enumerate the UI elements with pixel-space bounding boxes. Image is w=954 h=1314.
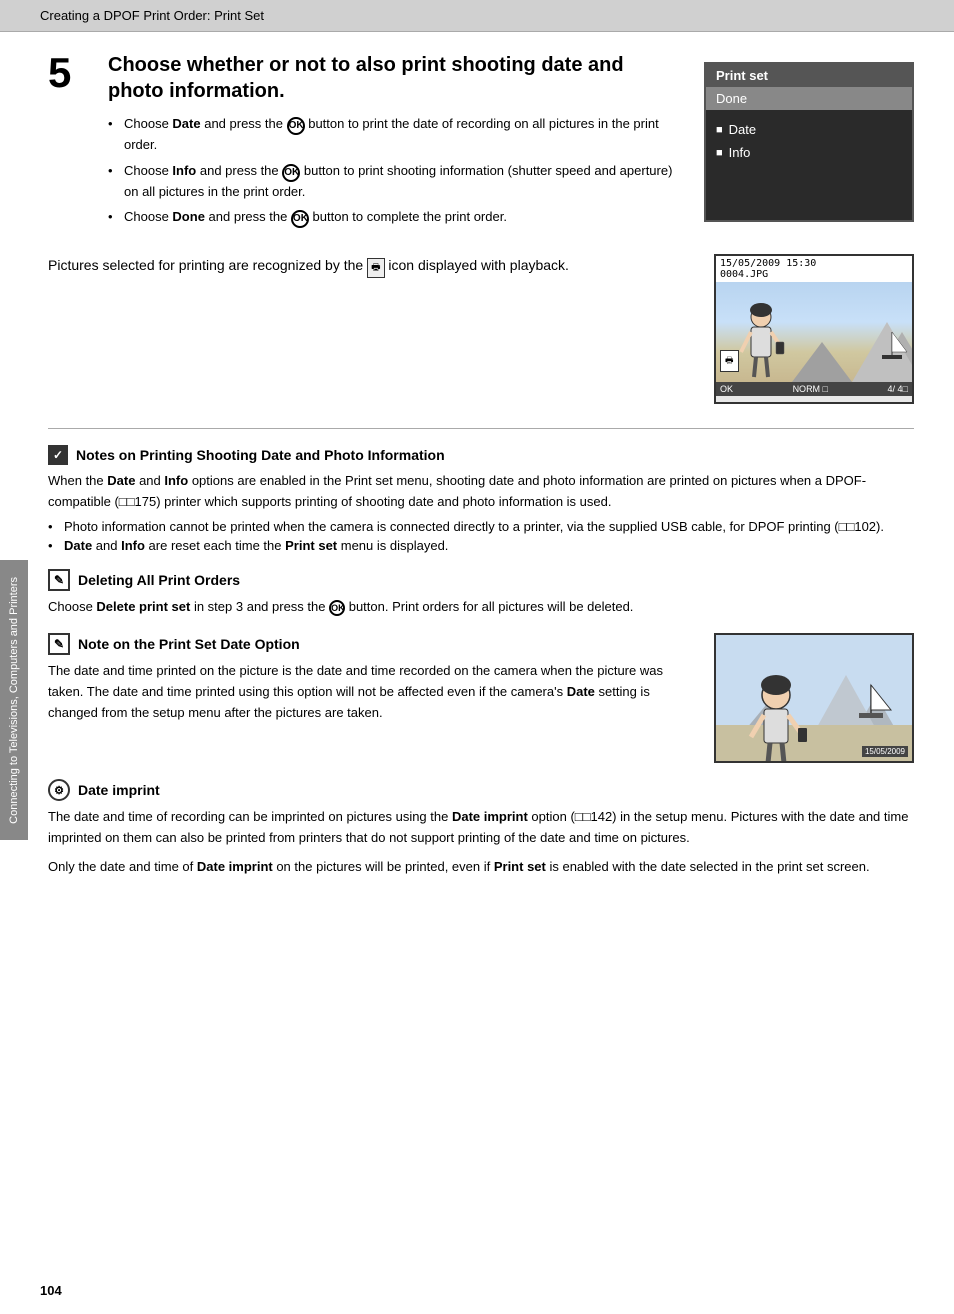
note-shooting-date-title: ✓ Notes on Printing Shooting Date and Ph… [48,445,914,465]
bullet-info-bold: Info [172,163,196,178]
info-bold-2: Info [121,538,145,553]
bottom-mountain-svg [716,635,914,763]
step-title: Choose whether or not to also print shoo… [108,52,684,104]
date-bold-1: Date [107,473,135,488]
header-bar: Creating a DPOF Print Order: Print Set [0,0,954,32]
info-bold-1: Info [164,473,188,488]
note-shooting-date-body: When the Date and Info options are enabl… [48,471,914,513]
note-deleting: ✎ Deleting All Print Orders Choose Delet… [48,569,914,618]
note-print-set-date-title: ✎ Note on the Print Set Date Option [48,633,694,655]
step-section: 5 Choose whether or not to also print sh… [48,52,914,234]
date-bold-3: Date [567,684,595,699]
bullet-date-bold: Date [172,116,200,131]
camera-menu-info: ■ Info [706,141,912,164]
ok-button-icon-2: OK [282,164,300,182]
date-imprint-bold-2: Date imprint [197,859,273,874]
person-figure [736,302,796,382]
bullet-info: Choose Info and press the OK button to p… [108,161,684,202]
playback-scene: 🖶 [716,282,912,382]
mountain-svg [792,302,912,382]
note-print-set-date-text: ✎ Note on the Print Set Date Option The … [48,633,694,763]
gear-icon: ⚙ [48,779,70,801]
camera-menu-title: Print set [706,64,912,87]
side-tab-text: Connecting to Televisions, Computers and… [8,577,20,824]
camera-menu-info-label: Info [729,145,751,160]
note-print-set-date-title-text: Note on the Print Set Date Option [78,636,300,652]
date-imprint-title: ⚙ Date imprint [48,779,914,801]
camera-menu-date: ■ Date [706,118,912,141]
ok-icon-delete: OK [329,600,345,616]
playback-footer: OK NORM □ 4/ 4□ [716,382,912,396]
note-print-set-date-body: The date and time printed on the picture… [48,661,694,723]
camera-menu-divider [706,110,912,118]
step-content: Choose whether or not to also print shoo… [108,52,684,234]
section-divider-1 [48,428,914,429]
page-container: Creating a DPOF Print Order: Print Set C… [0,0,954,1314]
date-imprint-body-2: Only the date and time of Date imprint o… [48,857,914,878]
date-bold-2: Date [64,538,92,553]
date-imprint-body: The date and time of recording can be im… [48,807,914,849]
pencil-icon: ✎ [48,569,70,591]
note-deleting-body: Choose Delete print set in step 3 and pr… [48,597,914,618]
bullet-done: Choose Done and press the OK button to c… [108,207,684,228]
date-watermark: 15/05/2009 [862,746,908,757]
camera-menu-done: Done [706,87,912,110]
camera-ui: Print set Done ■ Date ■ Info [704,62,914,222]
ok-button-icon-1: OK [287,117,305,135]
bottom-scene: 15/05/2009 [716,635,912,761]
playback-norm-label: NORM □ [793,384,828,394]
playback-counter: 4/ 4□ [888,384,908,394]
note-icon-checkmark: ✓ [48,445,68,465]
playback-image-box: 15/05/2009 15:300004.JPG [714,254,914,404]
page-number: 104 [40,1283,62,1298]
note-shooting-date: ✓ Notes on Printing Shooting Date and Ph… [48,445,914,553]
note-shooting-date-bullets: Photo information cannot be printed when… [48,519,914,553]
date-imprint-bold: Date imprint [452,809,528,824]
bullet-date: Choose Date and press the OK button to p… [108,114,684,155]
delete-print-set-bold: Delete print set [96,599,190,614]
note-print-set-date-section: ✎ Note on the Print Set Date Option The … [48,633,914,763]
camera-menu-date-label: Date [729,122,756,137]
step-bullets: Choose Date and press the OK button to p… [108,114,684,228]
playback-section: Pictures selected for printing are recog… [48,254,914,404]
note-deleting-title-text: Deleting All Print Orders [78,572,240,588]
playback-image-header: 15/05/2009 15:300004.JPG [716,256,912,282]
playback-ok-label: OK [720,384,733,394]
check-icon-date: ■ [716,124,723,136]
print-icon: 🖶 [367,258,384,278]
note-deleting-title: ✎ Deleting All Print Orders [48,569,914,591]
note-bullet-usb: Photo information cannot be printed when… [48,519,914,534]
step-number: 5 [48,52,88,94]
bullet-done-bold: Done [172,209,205,224]
date-imprint-section: ⚙ Date imprint The date and time of reco… [48,779,914,877]
note-bullet-reset: Date and Info are reset each time the Pr… [48,538,914,553]
side-tab: Connecting to Televisions, Computers and… [0,560,28,840]
date-imprint-title-text: Date imprint [78,782,160,798]
ok-button-icon-3: OK [291,210,309,228]
header-title: Creating a DPOF Print Order: Print Set [40,8,264,23]
camera-menu-padding [706,164,912,194]
pencil-icon-2: ✎ [48,633,70,655]
main-content: 5 Choose whether or not to also print sh… [0,32,954,914]
print-set-bold-2: Print set [494,859,546,874]
bottom-image-box: 15/05/2009 [714,633,914,763]
note-shooting-date-title-text: Notes on Printing Shooting Date and Phot… [76,447,445,463]
print-set-bold: Print set [285,538,337,553]
playback-text: Pictures selected for printing are recog… [48,254,694,278]
check-icon-info: ■ [716,147,723,159]
print-overlay-icon: 🖶 [720,350,739,372]
